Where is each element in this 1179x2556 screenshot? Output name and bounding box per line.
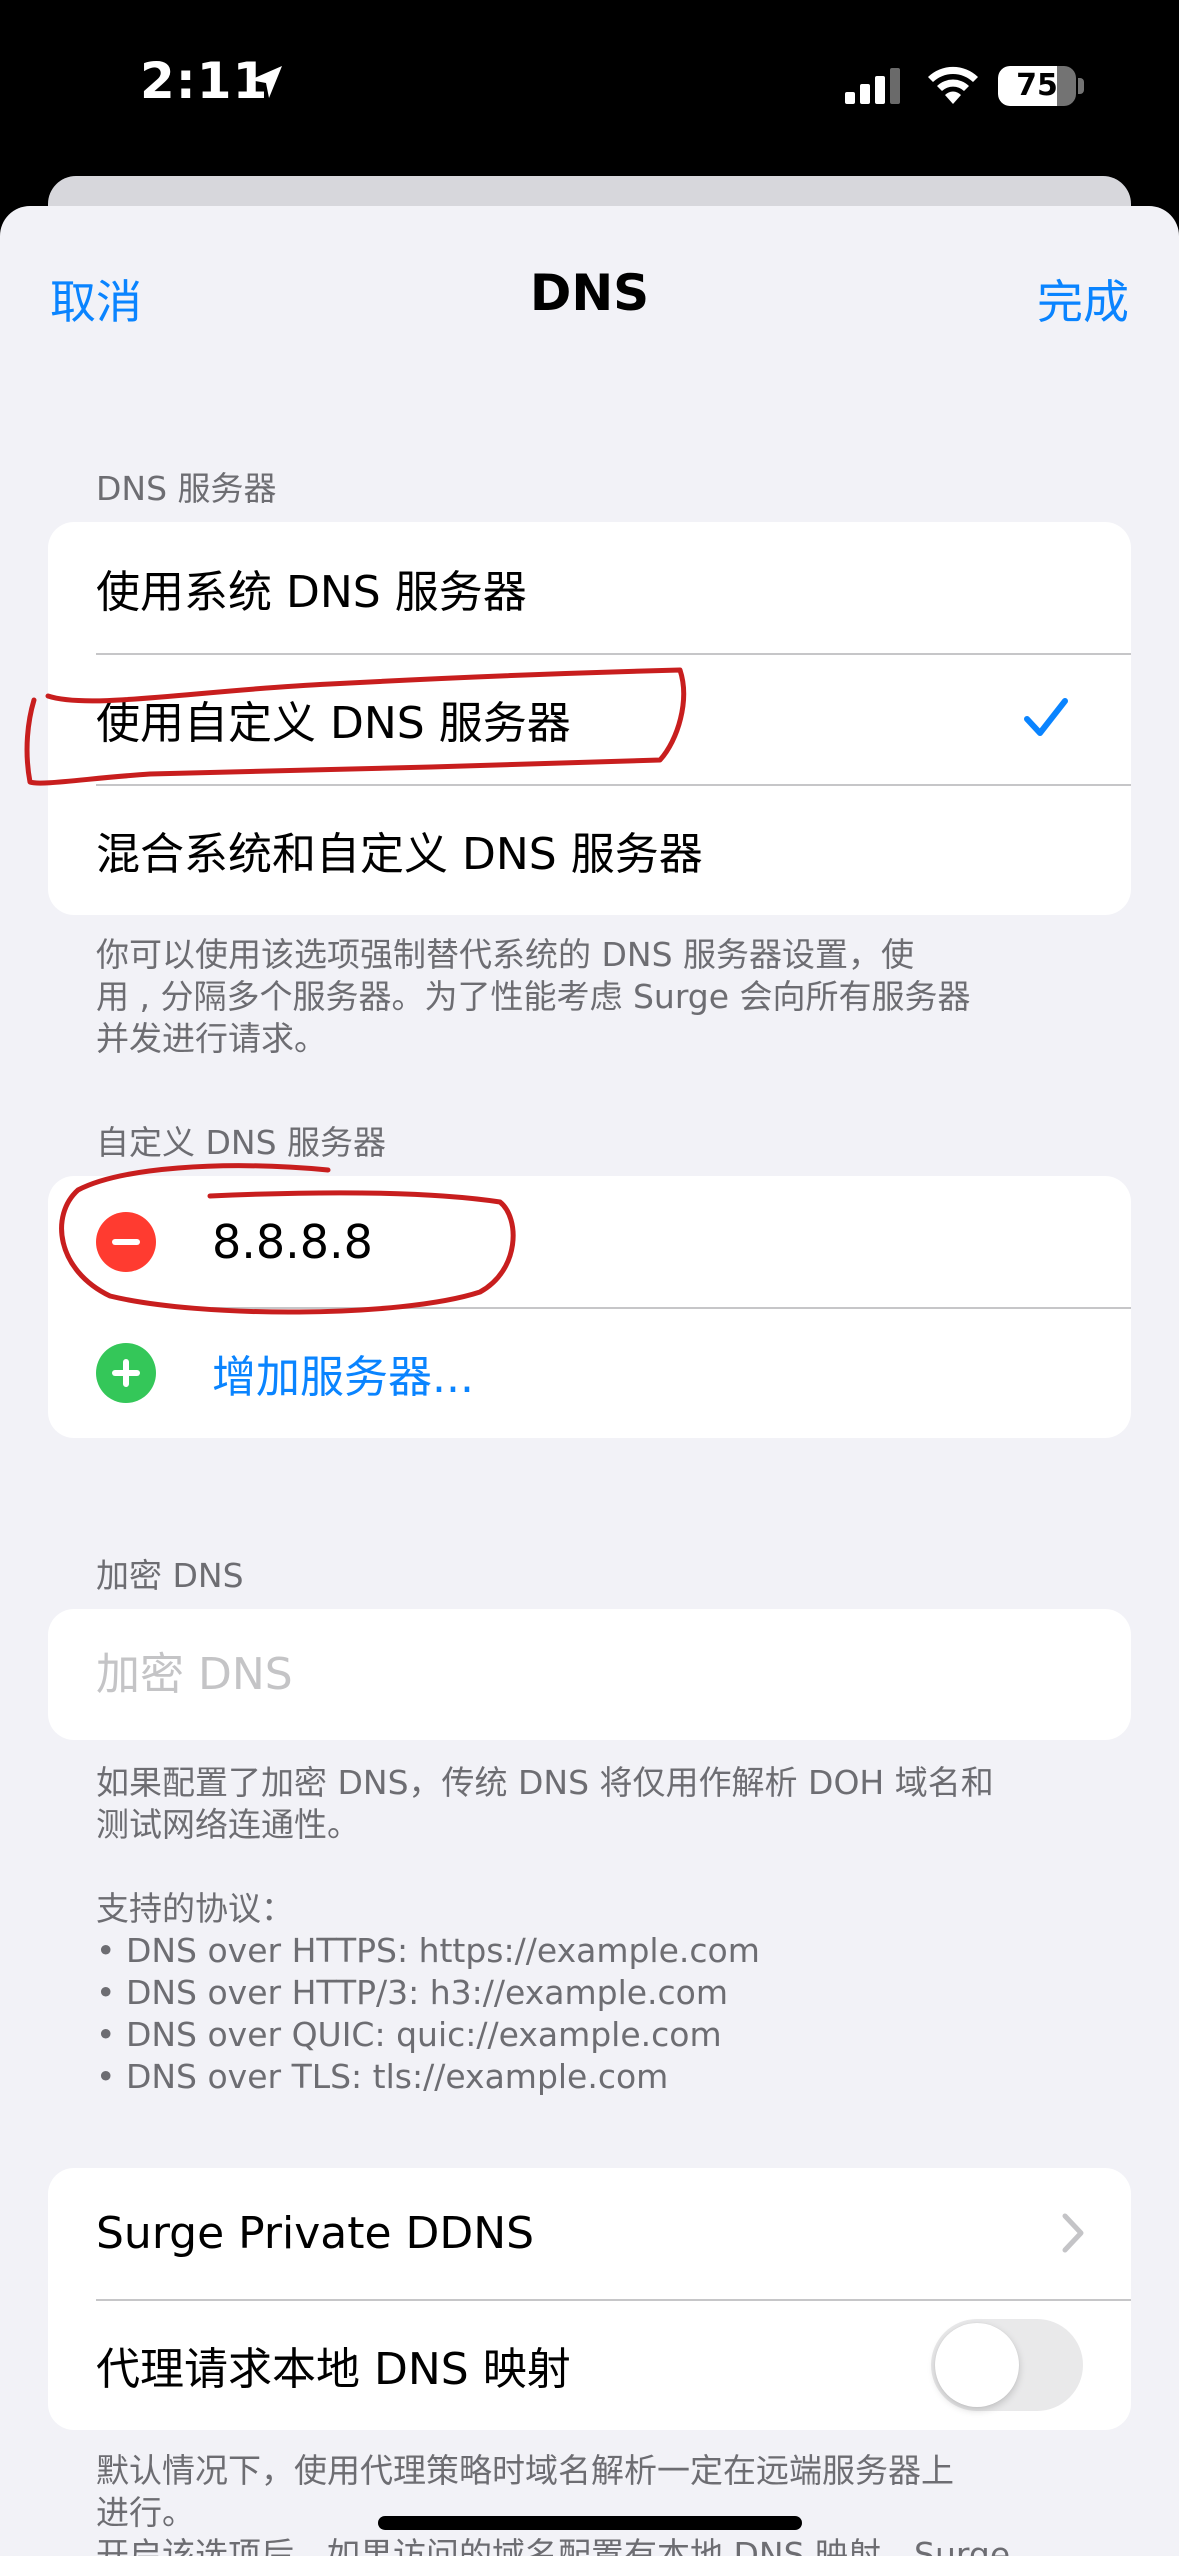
option-custom-dns[interactable]: 使用自定义 DNS 服务器 [48, 653, 1131, 784]
option-label: 混合系统和自定义 DNS 服务器 [96, 828, 703, 880]
option-label: 使用自定义 DNS 服务器 [96, 697, 571, 749]
battery-indicator: 75 [998, 66, 1076, 106]
encrypted-dns-input[interactable] [96, 1649, 1086, 1700]
more-options-footer: 默认情况下，使用代理策略时域名解析一定在远端服务器上 进行。 开启该选项后，如果… [96, 2451, 1011, 2556]
encrypted-dns-card [48, 1609, 1131, 1740]
option-system-dns[interactable]: 使用系统 DNS 服务器 [48, 522, 1131, 653]
proxy-local-dns-label: 代理请求本地 DNS 映射 [96, 2343, 571, 2395]
battery-percent: 75 [1016, 68, 1058, 103]
add-server-button[interactable]: 增加服务器... [212, 1341, 474, 1405]
more-options-list: Surge Private DDNS 代理请求本地 DNS 映射 [48, 2168, 1131, 2430]
add-server-row[interactable]: 增加服务器... [48, 1307, 1131, 1438]
custom-dns-value[interactable]: 8.8.8.8 [212, 1215, 373, 1269]
ddns-label: Surge Private DDNS [96, 2208, 535, 2259]
dns-servers-header: DNS 服务器 [96, 469, 277, 508]
toggle-knob [935, 2323, 1019, 2407]
plus-circle-icon[interactable] [96, 1342, 156, 1403]
done-button[interactable]: 完成 [1037, 266, 1129, 332]
page-title: DNS [529, 264, 650, 322]
minus-circle-icon[interactable] [96, 1211, 156, 1272]
proxy-local-dns-row: 代理请求本地 DNS 映射 [48, 2299, 1131, 2430]
checkmark-icon [1024, 698, 1068, 736]
battery-nub [1078, 78, 1084, 94]
status-bar: 2:11 75 [0, 0, 1179, 176]
wifi-icon [928, 66, 978, 104]
option-mixed-dns[interactable]: 混合系统和自定义 DNS 服务器 [48, 784, 1131, 915]
location-arrow-icon [250, 66, 282, 98]
dns-servers-footer: 你可以使用该选项强制替代系统的 DNS 服务器设置，使 用 , 分隔多个服务器。… [96, 935, 971, 1058]
custom-dns-header: 自定义 DNS 服务器 [96, 1123, 387, 1162]
chevron-right-icon [1062, 2213, 1084, 2253]
custom-dns-list: 8.8.8.8 增加服务器... [48, 1176, 1131, 1438]
dns-settings-sheet: 取消 DNS 完成 DNS 服务器 使用系统 DNS 服务器 使用自定义 DNS… [0, 206, 1179, 2556]
encrypted-dns-header: 加密 DNS [96, 1556, 244, 1595]
encrypted-dns-row[interactable] [48, 1609, 1131, 1740]
home-indicator [378, 2516, 802, 2530]
option-label: 使用系统 DNS 服务器 [96, 566, 527, 618]
ddns-row[interactable]: Surge Private DDNS [48, 2168, 1131, 2299]
encrypted-dns-footer: 如果配置了加密 DNS，传统 DNS 将仅用作解析 DOH 域名和 测试网络连通… [96, 1763, 994, 2096]
cellular-signal-icon [845, 68, 900, 104]
dns-mode-list: 使用系统 DNS 服务器 使用自定义 DNS 服务器 混合系统和自定义 DNS … [48, 522, 1131, 915]
proxy-local-dns-toggle[interactable] [931, 2319, 1083, 2411]
custom-dns-row[interactable]: 8.8.8.8 [48, 1176, 1131, 1307]
